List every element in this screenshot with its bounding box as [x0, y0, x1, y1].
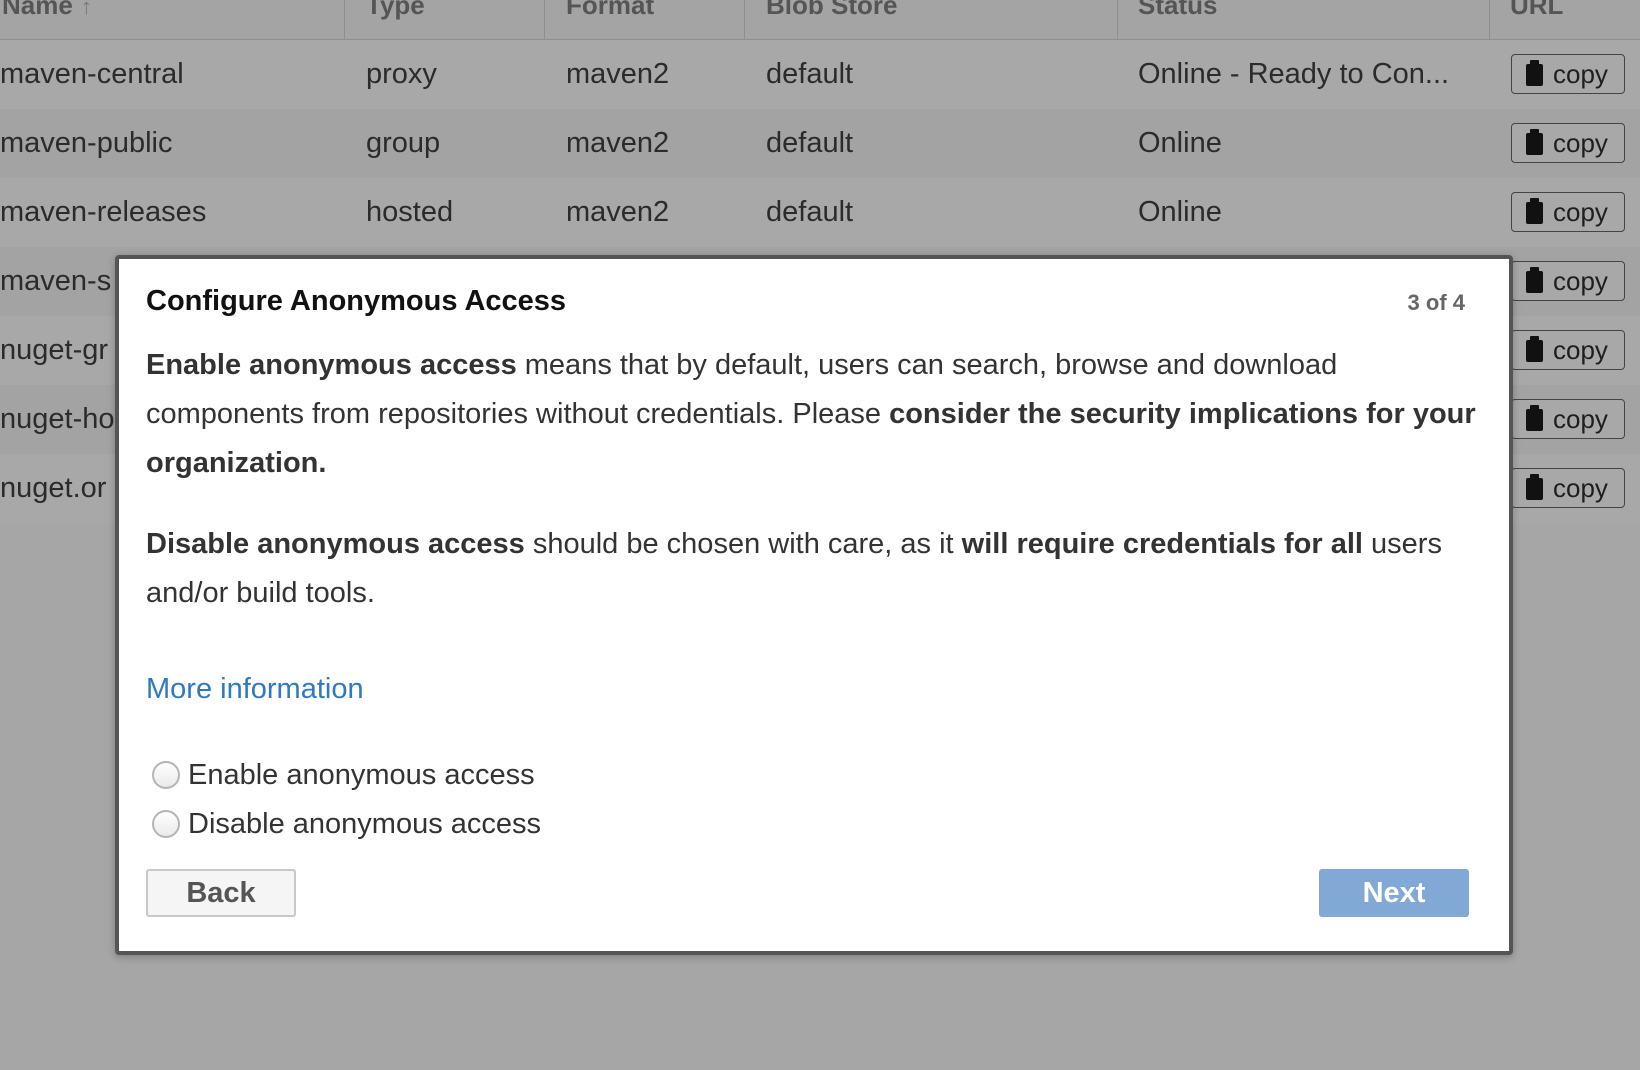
credentials-warning-bold: will require credentials for all	[961, 528, 1363, 560]
cell-status: Online	[1138, 196, 1222, 228]
cell-name: nuget-ho	[0, 403, 115, 435]
column-header-label: Name	[2, 0, 73, 20]
cell-name: nuget-gr	[0, 334, 109, 366]
column-divider[interactable]	[1117, 0, 1118, 39]
copy-label: copy	[1553, 59, 1608, 89]
cell-name: maven-public	[0, 127, 173, 159]
more-information-link[interactable]: More information	[146, 673, 364, 706]
cell-blob-store: default	[766, 196, 854, 228]
dialog-title: Configure Anonymous Access	[146, 285, 567, 317]
disable-description: Disable anonymous access should be chose…	[146, 520, 1476, 618]
cell-status: Online - Ready to Con...	[1138, 58, 1450, 90]
enable-anonymous-label[interactable]: Enable anonymous access	[188, 759, 535, 792]
clipboard-icon	[1526, 336, 1543, 362]
copy-url-button[interactable]: copy	[1511, 192, 1625, 232]
clipboard-icon	[1526, 198, 1543, 224]
clipboard-icon	[1526, 267, 1543, 293]
cell-format: maven2	[566, 196, 670, 228]
cell-format: maven2	[566, 58, 670, 90]
table-row[interactable]: maven-releases hosted maven2 default Onl…	[0, 178, 1640, 247]
copy-label: copy	[1553, 473, 1608, 503]
clipboard-icon	[1526, 474, 1543, 500]
cell-name: maven-s	[0, 265, 112, 297]
back-button[interactable]: Back	[146, 869, 296, 917]
configure-anonymous-access-dialog: Configure Anonymous Access 3 of 4 Enable…	[115, 255, 1513, 955]
sort-ascending-icon: ↑	[80, 0, 92, 19]
clipboard-icon	[1526, 129, 1543, 155]
copy-url-button[interactable]: copy	[1511, 123, 1625, 163]
column-header-blob-store[interactable]: Blob Store	[766, 0, 897, 31]
table-row[interactable]: maven-public group maven2 default Online…	[0, 109, 1640, 178]
cell-name: maven-central	[0, 58, 184, 90]
disable-anonymous-option[interactable]: Disable anonymous access	[152, 804, 541, 844]
grid-header: Name ↑ Type Format Blob Store Status URL	[0, 0, 1640, 40]
cell-blob-store: default	[766, 58, 854, 90]
enable-anonymous-option[interactable]: Enable anonymous access	[152, 755, 535, 795]
column-header-type[interactable]: Type	[366, 0, 425, 31]
disable-anonymous-radio[interactable]	[152, 810, 180, 838]
copy-label: copy	[1553, 404, 1608, 434]
disable-description-text: should be chosen with care, as it	[524, 528, 962, 560]
table-row[interactable]: maven-central proxy maven2 default Onlin…	[0, 40, 1640, 109]
cell-name: nuget.or	[0, 472, 107, 504]
cell-status: Online	[1138, 127, 1222, 159]
column-divider[interactable]	[744, 0, 745, 39]
disable-description-bold: Disable anonymous access	[146, 528, 525, 560]
clipboard-icon	[1526, 405, 1543, 431]
clipboard-icon	[1526, 60, 1543, 86]
step-counter: 3 of 4	[1407, 290, 1465, 315]
copy-url-button[interactable]: copy	[1511, 54, 1625, 94]
cell-blob-store: default	[766, 127, 854, 159]
column-divider[interactable]	[1489, 0, 1490, 39]
column-divider[interactable]	[544, 0, 545, 39]
disable-anonymous-label[interactable]: Disable anonymous access	[188, 808, 541, 841]
copy-label: copy	[1553, 128, 1608, 158]
cell-name: maven-releases	[0, 196, 207, 228]
column-header-url[interactable]: URL	[1510, 0, 1563, 31]
column-divider[interactable]	[344, 0, 345, 39]
copy-url-button[interactable]: copy	[1511, 261, 1625, 301]
column-header-name[interactable]: Name ↑	[2, 0, 92, 31]
copy-url-button[interactable]: copy	[1511, 399, 1625, 439]
column-header-format[interactable]: Format	[566, 0, 654, 31]
enable-description: Enable anonymous access means that by de…	[146, 341, 1476, 488]
column-header-status[interactable]: Status	[1138, 0, 1217, 31]
copy-label: copy	[1553, 335, 1608, 365]
cell-type: hosted	[366, 196, 454, 228]
copy-url-button[interactable]: copy	[1511, 468, 1625, 508]
enable-description-bold: Enable anonymous access	[146, 349, 517, 381]
cell-format: maven2	[566, 127, 670, 159]
cell-type: proxy	[366, 58, 437, 90]
cell-type: group	[366, 127, 441, 159]
copy-label: copy	[1553, 197, 1608, 227]
copy-url-button[interactable]: copy	[1511, 330, 1625, 370]
next-button[interactable]: Next	[1319, 869, 1469, 917]
enable-anonymous-radio[interactable]	[152, 761, 180, 789]
copy-label: copy	[1553, 266, 1608, 296]
